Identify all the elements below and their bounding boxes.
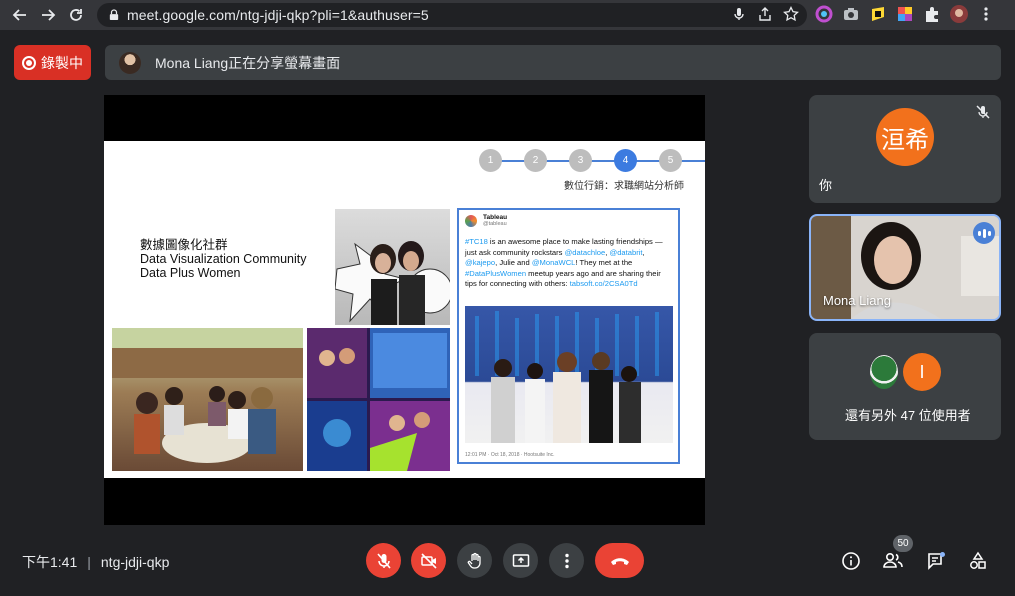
present-icon: [512, 553, 529, 567]
shapes-icon: [970, 551, 986, 569]
leave-call-button[interactable]: [595, 543, 644, 578]
self-avatar: 洹希: [876, 108, 934, 166]
camera-toggle-button[interactable]: [411, 543, 446, 578]
activities-button[interactable]: [967, 550, 989, 572]
mic-off-icon: [376, 552, 391, 569]
recording-indicator[interactable]: 錄製中: [14, 45, 91, 80]
share-banner-text: Mona Liang正在分享螢幕畫面: [155, 54, 341, 71]
puzzle-extension-icon[interactable]: [923, 5, 941, 23]
reload-icon: [70, 9, 82, 21]
other-avatars: I: [870, 353, 941, 391]
info-divider: |: [87, 554, 91, 570]
step-2: 2: [524, 149, 547, 172]
meeting-details: 下午1:41 | ntg-jdji-qkp: [22, 552, 169, 572]
camera-extension-icon[interactable]: [842, 5, 860, 23]
screen-share-banner: Mona Liang正在分享螢幕畫面: [105, 45, 1001, 80]
participant-tile-mona[interactable]: Mona Liang: [809, 214, 1001, 321]
meeting-code: ntg-jdji-qkp: [100, 554, 170, 570]
initial-avatar: I: [903, 353, 941, 391]
participant-tile-others[interactable]: I 還有另外 47 位使用者: [809, 333, 1001, 440]
forward-button[interactable]: [37, 4, 59, 26]
palette-extension-icon[interactable]: [896, 5, 914, 23]
step-5: 5: [659, 149, 682, 172]
tweet-link: tabsoft.co/2CSA0Td: [569, 279, 638, 288]
step-4-active: 4: [614, 149, 637, 172]
color-extension-icon[interactable]: [815, 5, 833, 23]
tweet-card: Tableau @tableau #TC18 is an awesome pla…: [457, 208, 680, 464]
tweet-mention-kajepo: @kajepo: [465, 258, 496, 267]
tweet-hashtag-dataplus: #DataPlusWomen: [465, 268, 527, 278]
recording-label: 錄製中: [41, 54, 83, 71]
tweet-timestamp: 12:01 PM · Oct 18, 2018 · Hootsuite Inc.: [465, 452, 555, 458]
mic-off-icon: [976, 105, 990, 119]
more-vertical-icon: [564, 553, 569, 568]
tableau-logo-icon: [465, 214, 477, 227]
people-icon: [883, 552, 903, 568]
tweet-text: #TC18 is an awesome place to make lastin…: [465, 237, 672, 290]
slide-title-zh: 數據圖像化社群: [140, 238, 228, 252]
participants-button[interactable]: [882, 550, 904, 572]
step-3: 3: [569, 149, 592, 172]
step-1: 1: [479, 149, 502, 172]
present-screen-button[interactable]: [503, 543, 538, 578]
slide-title-en-1: Data Visualization Community: [140, 252, 307, 266]
lock-icon: [109, 9, 119, 20]
back-button[interactable]: [9, 4, 31, 26]
slide-subtitle: 數位行銷：求職網站分析師: [564, 181, 684, 192]
info-icon: [842, 552, 860, 570]
step-indicator: 1 2 3 4 5: [479, 149, 705, 173]
raise-hand-button[interactable]: [457, 543, 492, 578]
address-bar[interactable]: meet.google.com/ntg-jdji-qkp?pli=1&authu…: [97, 3, 807, 27]
mona-name-label: Mona Liang: [823, 293, 891, 308]
url-text: meet.google.com/ntg-jdji-qkp?pli=1&authu…: [127, 7, 429, 23]
speaking-indicator-icon: [973, 222, 995, 244]
slide-title: 數據圖像化社群 Data Visualization Community Dat…: [140, 238, 307, 280]
tweet-mention-databrit: @databrit: [609, 247, 643, 257]
participant-count-badge: 50: [893, 535, 913, 552]
hand-icon: [467, 552, 481, 569]
slide-title-en-2: Data Plus Women: [140, 266, 241, 280]
meeting-time: 下午1:41: [22, 554, 78, 570]
presenter-avatar: [119, 51, 141, 74]
reload-button[interactable]: [65, 4, 87, 26]
school-logo-avatar: [870, 355, 898, 389]
photo-booth-image: [335, 209, 450, 325]
chat-button[interactable]: [925, 550, 947, 572]
conference-collage-photo: [307, 328, 450, 471]
tweet-author: Tableau: [483, 214, 508, 221]
arrow-left-icon: [12, 9, 26, 21]
arrow-right-icon: [42, 9, 56, 21]
microphone-toggle-button[interactable]: [366, 543, 401, 578]
camera-off-icon: [420, 552, 437, 569]
microphone-icon[interactable]: [731, 6, 747, 22]
more-vertical-icon[interactable]: [977, 5, 995, 23]
more-options-button[interactable]: [549, 543, 584, 578]
tweet-handle: @tableau: [483, 221, 507, 227]
tweet-mention-monawcl: @MonaWCL: [531, 258, 576, 267]
tweet-mention-datachloe: @datachloe: [564, 247, 606, 257]
tweet-header: Tableau @tableau: [465, 214, 672, 227]
participant-tile-you[interactable]: 洹希 你: [809, 95, 1001, 203]
shared-screen[interactable]: 1 2 3 4 5 數位行銷：求職網站分析師 數據圖像化社群 Data Visu…: [104, 95, 705, 525]
tweet-photo: [465, 306, 673, 443]
self-label: 你: [819, 178, 833, 193]
presentation-slide: 1 2 3 4 5 數位行銷：求職網站分析師 數據圖像化社群 Data Visu…: [104, 141, 705, 478]
browser-toolbar: meet.google.com/ntg-jdji-qkp?pli=1&authu…: [0, 0, 1015, 30]
hang-up-icon: [610, 557, 629, 565]
tweet-text-part: ! They met at the: [575, 258, 633, 267]
tweet-hashtag-tc18: #TC18: [465, 237, 488, 246]
record-icon: [22, 55, 36, 70]
share-icon[interactable]: [757, 6, 773, 22]
notes-extension-icon[interactable]: [869, 5, 887, 23]
tweet-text-part: ,: [642, 247, 645, 257]
group-cafe-photo: [112, 328, 303, 471]
tweet-text-part: , Julie and: [495, 258, 532, 267]
meeting-info-button[interactable]: [840, 550, 862, 572]
chat-icon: [928, 552, 945, 570]
profile-avatar[interactable]: [950, 5, 968, 23]
bookmark-star-icon[interactable]: [783, 6, 799, 22]
more-participants-label: 還有另外 47 位使用者: [845, 408, 971, 423]
